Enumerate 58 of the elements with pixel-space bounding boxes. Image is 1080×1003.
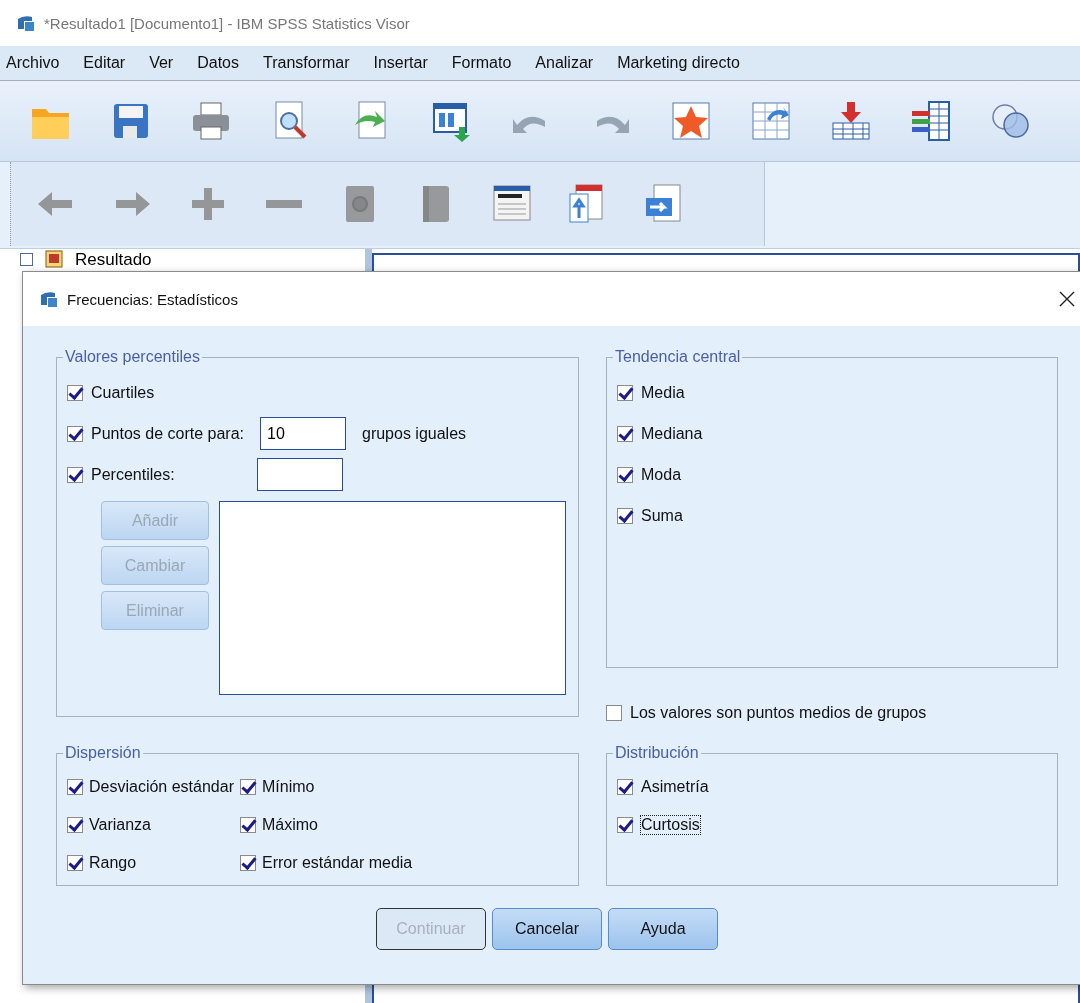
window-title: *Resultado1 [Documento1] - IBM SPSS Statistics Visor [44, 14, 410, 32]
checkbox-label: Moda [641, 465, 682, 484]
checkbox-label: Percentiles: [91, 465, 176, 484]
outline-item[interactable]: Resultado [75, 250, 152, 268]
menu-item[interactable]: Transformar [262, 54, 350, 72]
menu-item[interactable]: Datos [197, 54, 239, 72]
checkbox[interactable] [67, 855, 83, 871]
menu-item[interactable]: Insertar [373, 54, 428, 72]
dialog-button[interactable]: Cancelar [492, 908, 602, 950]
checkbox-label: Los valores son puntos medios de grupos [630, 704, 927, 722]
checkbox[interactable] [67, 425, 83, 442]
group-title: Dispersión [64, 744, 142, 762]
menu-item[interactable]: Archivo [6, 54, 60, 72]
checkbox-label: Puntos de corte para: [91, 424, 244, 443]
input-field[interactable]: 10 [260, 417, 346, 450]
field-label: grupos iguales [362, 424, 467, 443]
group-title: Valores percentiles [64, 348, 201, 366]
checkbox-label: Suma [641, 506, 683, 525]
checkbox-label: Mínimo [261, 778, 315, 796]
group-title: Tendencia central [614, 348, 742, 366]
checkbox[interactable] [67, 466, 83, 483]
menu-item[interactable]: Ver [149, 54, 174, 72]
checkbox[interactable] [67, 384, 83, 401]
app-icon [39, 289, 59, 309]
checkbox-label: Error estándar media [261, 854, 413, 872]
dialog-button[interactable]: Ayuda [608, 908, 718, 950]
checkbox[interactable] [617, 507, 633, 524]
checkbox-label: Mediana [641, 424, 703, 443]
dialog-title: Frecuencias: Estadísticos [67, 290, 238, 308]
checkbox-label: Desviación estándar [89, 778, 234, 796]
group-title: Distribución [614, 744, 700, 762]
checkbox[interactable] [239, 779, 256, 795]
checkbox[interactable] [239, 855, 256, 871]
checkbox-label: Curtosis [641, 816, 700, 834]
checkbox-label: Asimetría [641, 778, 709, 796]
checkbox[interactable] [67, 817, 83, 833]
output-book-icon [45, 250, 63, 268]
checkbox-label: Varianza [89, 816, 151, 834]
checkbox-label: Media [641, 383, 685, 402]
checkbox[interactable] [617, 384, 633, 401]
checkbox[interactable] [617, 779, 633, 795]
checkbox[interactable] [239, 817, 256, 833]
app-icon [16, 13, 36, 33]
checkbox-label: Máximo [261, 816, 318, 834]
collapse-toggle[interactable] [20, 252, 33, 266]
checkbox[interactable] [617, 425, 633, 442]
menu-item[interactable]: Analizar [535, 54, 594, 72]
checkbox[interactable] [67, 779, 83, 795]
menu-item[interactable]: Editar [83, 54, 126, 72]
checkbox[interactable] [617, 817, 633, 833]
checkbox-label: Cuartiles [91, 383, 156, 402]
menu-item[interactable]: Marketing directo [617, 54, 740, 72]
checkbox[interactable] [606, 705, 622, 721]
checkbox-label: Rango [89, 854, 137, 872]
close-icon[interactable] [1059, 291, 1075, 307]
input-field[interactable] [257, 458, 343, 491]
menu-item[interactable]: Formato [451, 54, 512, 72]
checkbox[interactable] [617, 466, 633, 483]
